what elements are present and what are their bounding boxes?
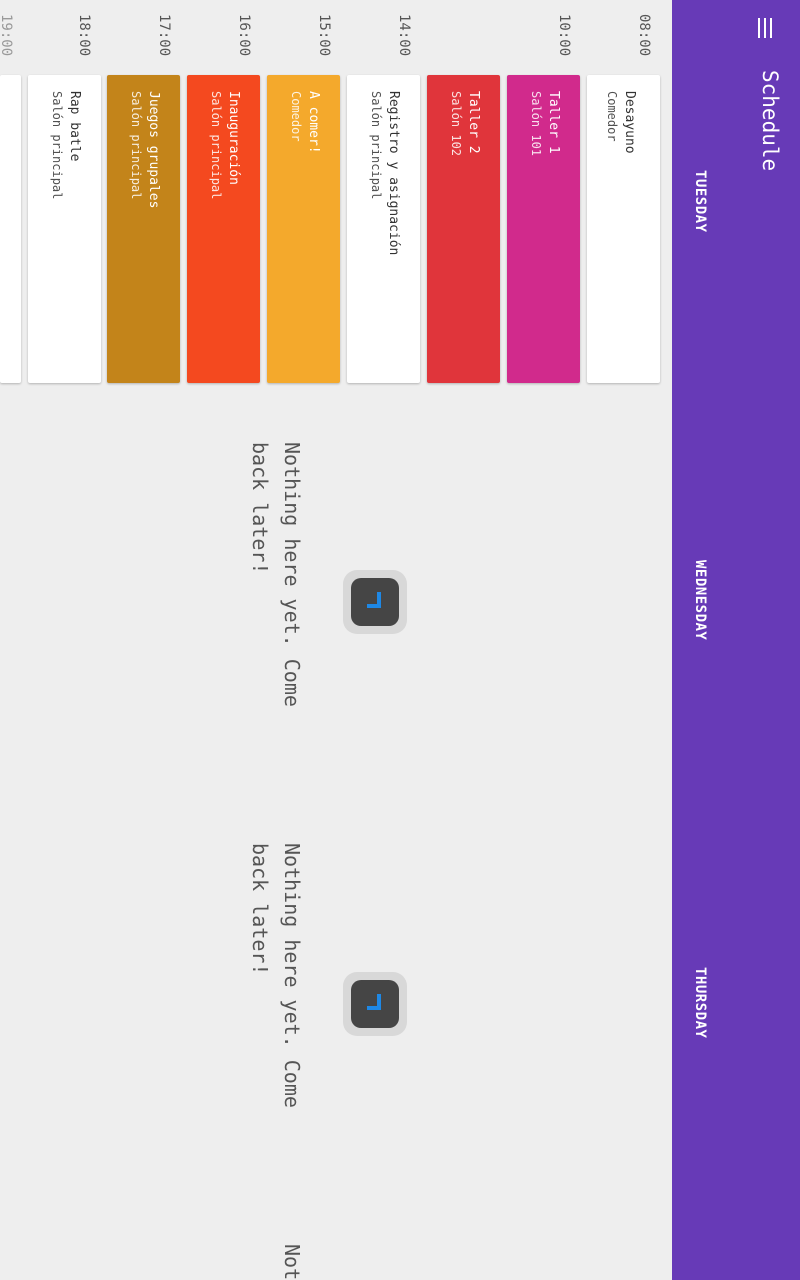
session-title: Juegos grupales (146, 91, 161, 209)
time-label: 16:00 (236, 14, 252, 57)
session-card[interactable]: A comer! Comedor (267, 75, 340, 383)
session-card[interactable]: Registro y asignación Salón principal (347, 75, 420, 383)
session-title: Taller 2 (466, 91, 481, 154)
empty-state-message: Nothing here yet. Come back later! (248, 442, 304, 707)
empty-state-message-partial: Not (280, 1244, 304, 1280)
session-room: Comedor (289, 91, 303, 142)
session-room: Salón principal (369, 91, 383, 200)
session-card[interactable]: Juegos grupales Salón principal (107, 75, 180, 383)
time-label: 18:00 (76, 14, 92, 57)
session-card[interactable]: Desayuno Comedor (587, 75, 660, 383)
session-title: Desayuno (622, 91, 637, 154)
time-label: 15:00 (316, 14, 332, 57)
session-room: Salón principal (50, 91, 64, 200)
time-label: 19:00 (0, 14, 14, 57)
session-room: Salón 101 (529, 91, 543, 157)
session-card[interactable]: Inauguración Salón principal (187, 75, 260, 383)
tab-tuesday[interactable]: TUESDAY (692, 170, 708, 233)
session-room: Salón principal (209, 91, 223, 200)
session-title: Registro y asignación (386, 91, 401, 256)
session-card[interactable]: Taller 2 Salón 102 (427, 75, 500, 383)
time-label: 08:00 (636, 14, 652, 57)
empty-state-message: Nothing here yet. Come back later! (248, 843, 304, 1108)
session-title: Taller 1 (546, 91, 561, 154)
session-card[interactable]: Rap batle Salón principal (28, 75, 101, 383)
time-label: 10:00 (556, 14, 572, 57)
hamburger-menu-icon[interactable] (758, 16, 778, 40)
tab-wednesday[interactable]: WEDNESDAY (692, 560, 708, 640)
time-label: 14:00 (396, 14, 412, 57)
session-card-partial[interactable] (0, 75, 21, 383)
empty-schedule-icon (343, 972, 407, 1036)
session-room: Salón 102 (449, 91, 463, 157)
tab-thursday[interactable]: THURSDAY (692, 967, 708, 1038)
session-title: Inauguración (226, 91, 241, 185)
session-room: Salón principal (129, 91, 143, 200)
session-room: Comedor (605, 91, 619, 142)
time-label: 17:00 (156, 14, 172, 57)
session-title: A comer! (306, 91, 321, 154)
page-title: Schedule (758, 70, 782, 172)
session-title: Rap batle (67, 91, 82, 162)
session-card[interactable]: Taller 1 Salón 101 (507, 75, 580, 383)
empty-schedule-icon (343, 570, 407, 634)
